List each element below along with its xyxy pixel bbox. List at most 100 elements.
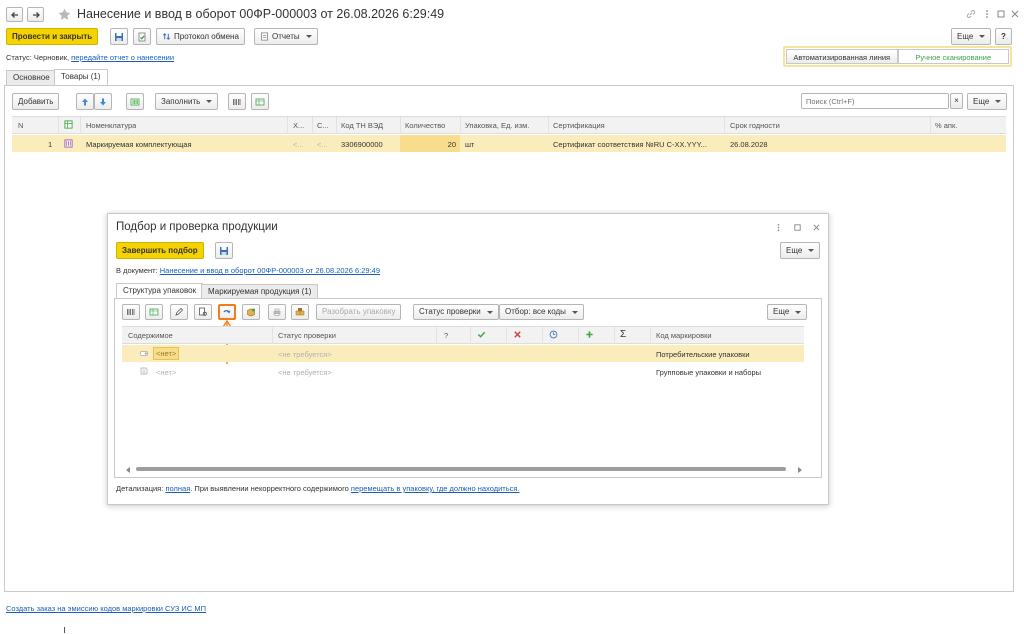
col-tnved[interactable]: Код ТН ВЭД (341, 121, 383, 130)
package-print-button[interactable] (291, 304, 309, 320)
search-input[interactable] (801, 93, 949, 109)
mode-manual-scan[interactable]: Ручное сканирование (897, 49, 1009, 64)
search-clear-button[interactable]: × (950, 93, 963, 109)
col-certification[interactable]: Сертификация (553, 121, 605, 130)
row-number: 1 (48, 140, 53, 149)
close-icon[interactable] (1010, 9, 1020, 19)
tab-marked-products[interactable]: Маркируемая продукция (1) (201, 284, 319, 299)
col-percent[interactable]: % апк. (935, 121, 957, 130)
curved-arrow-icon (223, 310, 231, 314)
finish-picking-button[interactable]: Завершить подбор (116, 242, 204, 259)
document-link[interactable]: Нанесение и ввод в оборот 00ФР-000003 от… (160, 266, 380, 275)
post-document-button[interactable] (133, 28, 151, 45)
create-emission-order-link[interactable]: Создать заказ на эмиссию кодов маркировк… (6, 604, 206, 613)
row-x: <... (293, 140, 304, 149)
dialog-close-icon[interactable] (812, 223, 821, 232)
printer-icon (273, 308, 281, 316)
check-mark-icon[interactable] (477, 330, 486, 339)
move-to-package-button[interactable] (218, 304, 236, 320)
move-down-button[interactable] (94, 93, 112, 110)
print-label-button[interactable] (194, 304, 212, 320)
favorite-star-icon[interactable] (58, 8, 71, 21)
row-unit: шт (465, 140, 475, 149)
col-mark-code[interactable]: Код маркировки (656, 331, 712, 340)
table-view-button[interactable] (145, 304, 163, 320)
row-tnved: 3306900000 (341, 140, 383, 149)
help-button[interactable]: ? (995, 28, 1012, 45)
filter-dropdown[interactable]: Отбор: все коды (499, 304, 584, 320)
more-button[interactable]: Еще (951, 28, 992, 45)
unpack-button[interactable]: Разобрать упаковку (316, 304, 402, 320)
document-post-icon (138, 32, 146, 41)
dialog-more-vertical-icon[interactable] (774, 223, 783, 232)
row-quantity[interactable]: 20 (440, 140, 456, 149)
col-c[interactable]: С... (317, 121, 331, 130)
cursor-mark (64, 627, 65, 633)
barcode-button[interactable] (126, 93, 144, 110)
tab-goods[interactable]: Товары (1) (54, 69, 108, 85)
col-unit[interactable]: Упаковка, Ед. изм. (465, 121, 529, 130)
col-content[interactable]: Содержимое (128, 331, 173, 340)
cross-mark-icon[interactable] (513, 330, 522, 339)
scroll-right-icon[interactable] (798, 467, 802, 473)
clock-icon[interactable] (549, 330, 558, 339)
check-status-dropdown[interactable]: Статус проверки (413, 304, 499, 320)
tab-main[interactable]: Основное (6, 70, 57, 85)
add-button[interactable]: Добавить (12, 93, 60, 110)
scrollbar-thumb[interactable] (136, 467, 786, 471)
status-prefix: Статус: Черновик, (6, 53, 70, 62)
maximize-icon[interactable] (996, 9, 1006, 19)
tab-package-structure[interactable]: Структура упаковок (116, 283, 204, 299)
col-sum[interactable]: Σ (620, 329, 626, 340)
scan-button[interactable] (228, 93, 246, 110)
document-search-icon (199, 307, 207, 316)
package-button[interactable] (242, 304, 260, 320)
col-nomenclature[interactable]: Номенклатура (86, 121, 136, 130)
report-link[interactable]: передайте отчет о нанесении (71, 53, 174, 62)
scroll-left-icon[interactable] (126, 467, 130, 473)
detail-level-link[interactable]: полная (165, 484, 190, 493)
dialog-more-button[interactable]: Еще (780, 242, 821, 259)
scanner-icon (127, 309, 135, 315)
horizontal-scrollbar[interactable] (124, 466, 804, 473)
print-button[interactable] (268, 304, 286, 320)
save-button[interactable] (110, 28, 128, 45)
edit-code-button[interactable] (170, 304, 188, 320)
plus-icon[interactable] (585, 330, 594, 339)
goods-more-button[interactable]: Еще (967, 93, 1008, 110)
row-certification: Сертификат соответствия №RU С-XX.YYY... (553, 140, 707, 149)
marked-product-icon (64, 139, 73, 148)
group-package-icon (140, 367, 148, 375)
col-expiry[interactable]: Срок годности (730, 121, 780, 130)
forward-button[interactable] (27, 7, 44, 22)
check-picking-button[interactable] (251, 93, 269, 110)
dialog-maximize-icon[interactable] (793, 223, 802, 232)
fill-dropdown[interactable]: Заполнить (155, 93, 219, 110)
link-icon[interactable] (966, 9, 976, 19)
window-title: Нанесение и ввод в оборот 00ФР-000003 от… (77, 7, 445, 21)
move-up-button[interactable] (76, 93, 94, 110)
back-button[interactable] (6, 7, 23, 22)
floppy-disk-icon (115, 32, 123, 41)
post-and-close-button[interactable]: Провести и закрыть (6, 28, 99, 45)
dialog-save-button[interactable] (215, 242, 233, 259)
mode-auto-line[interactable]: Автоматизированная линия (786, 49, 898, 64)
table-check-icon (149, 308, 159, 316)
col-n[interactable]: N (18, 121, 23, 130)
detail-middle-text: . При выявлении некорректного содержимог… (190, 484, 349, 493)
row-content-value[interactable]: <нет> (156, 368, 176, 377)
nomenclature-type-icon (64, 120, 73, 129)
more-vertical-icon[interactable] (982, 9, 992, 19)
status-line: Статус: Черновик, передайте отчет о нане… (6, 53, 174, 62)
exchange-log-button[interactable]: Протокол обмена (156, 28, 245, 45)
incorrect-content-action-link[interactable]: перемещать в упаковку, где должно находи… (351, 484, 520, 493)
col-x[interactable]: Х... (293, 121, 309, 130)
inner-more-button[interactable]: Еще (767, 304, 808, 320)
row-content-value[interactable]: <нет> (153, 347, 180, 360)
reports-dropdown[interactable]: Отчеты (254, 28, 318, 45)
col-unknown[interactable]: ? (444, 331, 448, 340)
col-check-status[interactable]: Статус проверки (278, 331, 336, 340)
arrow-up-icon (82, 98, 88, 105)
scan-code-button[interactable] (122, 304, 140, 320)
col-quantity[interactable]: Количество (405, 121, 445, 130)
